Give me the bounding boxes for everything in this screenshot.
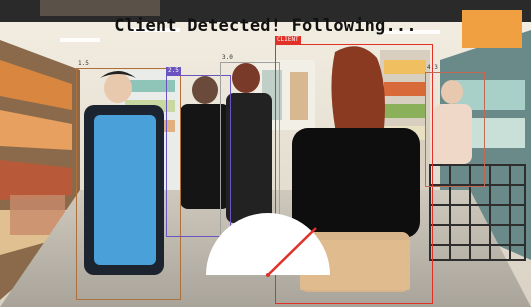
- gauge-center-dot: [266, 273, 270, 277]
- direction-gauge: [206, 213, 330, 277]
- gauge-semicircle: [206, 213, 330, 275]
- camera-view: Client Detected! Following... 1.5 2.5 3.…: [0, 0, 531, 307]
